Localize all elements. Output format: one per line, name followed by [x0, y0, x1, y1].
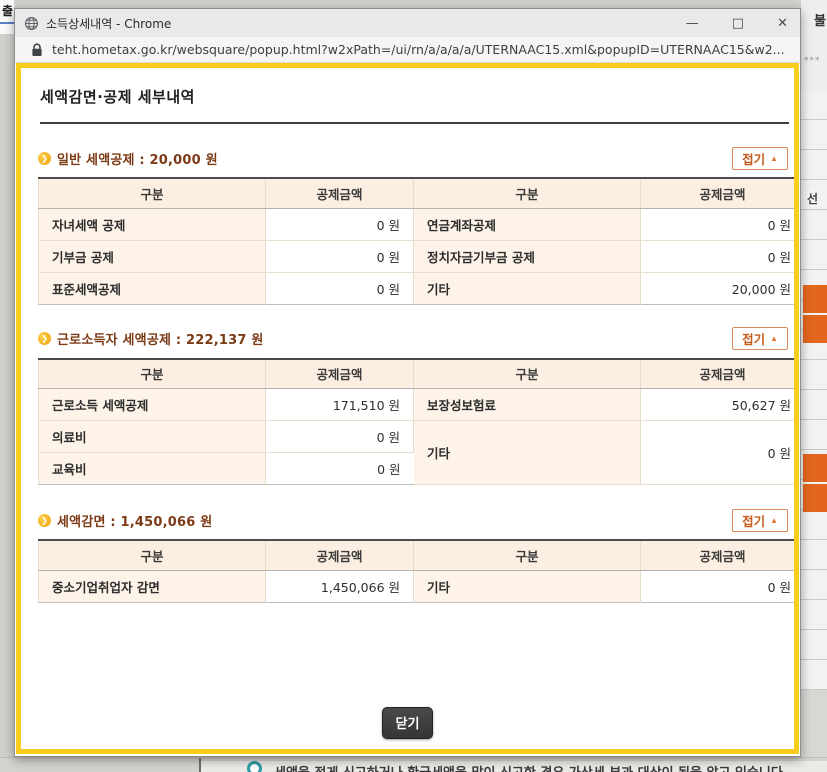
section-heading: 근로소득자 세액공제 : 222,137 원	[57, 329, 264, 348]
general-credit-table: 구분 공제금액 구분 공제금액 자녀세액 공제 0 원 연금계좌공제 0 원 기…	[38, 177, 799, 305]
section-earned-income-credit-header: ❯ 근로소득자 세액공제 : 222,137 원 접기 ▲	[38, 327, 788, 351]
background-text-fragment: 불	[814, 10, 826, 29]
column-header: 구분	[414, 540, 641, 570]
section-heading: 일반 세액공제 : 20,000 원	[57, 149, 218, 168]
section-bullet-icon: ❯	[38, 514, 51, 527]
popup-highlight-frame: 세액감면·공제 세부내역 ❯ 일반 세액공제 : 20,000 원 접기 ▲ 구…	[16, 63, 799, 754]
minimize-button[interactable]: —	[686, 17, 699, 30]
chrome-popup-window: 소득상세내역 - Chrome — □ ✕ teht.hometax.go.kr…	[14, 8, 801, 757]
column-header: 공제금액	[641, 540, 800, 570]
row-value: 0 원	[641, 421, 800, 485]
page-title: 세액감면·공제 세부내역	[40, 86, 789, 107]
row-label: 보장성보험료	[414, 389, 641, 421]
check-circle-icon	[247, 761, 262, 772]
close-button-row: 닫기	[21, 707, 794, 739]
background-clipped-text: 세액을 적게 신고하거나 환급세액을 많이 신고한 경우 가산세 부과 대상이 …	[274, 762, 788, 772]
background-patch	[801, 690, 827, 757]
row-value: 50,627 원	[641, 389, 800, 421]
collapse-label: 접기	[742, 511, 765, 530]
title-divider	[40, 122, 789, 124]
column-header: 공제금액	[266, 359, 414, 389]
row-value: 0 원	[266, 272, 414, 304]
row-label: 정치자금기부금 공제	[414, 240, 641, 272]
row-label: 중소기업취업자 감면	[39, 570, 266, 602]
row-label: 교육비	[39, 453, 266, 485]
close-popup-button[interactable]: 닫기	[382, 707, 434, 739]
row-label: 기타	[414, 421, 641, 485]
chevron-up-icon: ▲	[770, 154, 778, 163]
window-titlebar[interactable]: 소득상세내역 - Chrome — □ ✕	[15, 9, 800, 37]
column-header: 공제금액	[266, 178, 414, 208]
row-value: 171,510 원	[266, 389, 414, 421]
row-label: 의료비	[39, 421, 266, 453]
row-value: 0 원	[641, 570, 800, 602]
collapse-label: 접기	[742, 329, 765, 348]
column-header: 구분	[39, 178, 266, 208]
row-label: 자녀세액 공제	[39, 208, 266, 240]
table-header-row: 구분 공제금액 구분 공제금액	[39, 359, 800, 389]
section-bullet-icon: ❯	[38, 152, 51, 165]
url-text[interactable]: teht.hometax.go.kr/websquare/popup.html?…	[52, 42, 785, 57]
table-row: 의료비 0 원 기타 0 원	[39, 421, 800, 453]
address-bar[interactable]: teht.hometax.go.kr/websquare/popup.html?…	[15, 37, 800, 63]
row-value: 0 원	[266, 240, 414, 272]
row-label: 연금계좌공제	[414, 208, 641, 240]
table-header-row: 구분 공제금액 구분 공제금액	[39, 540, 800, 570]
section-bullet-icon: ❯	[38, 332, 51, 345]
collapse-button[interactable]: 접기 ▲	[732, 147, 788, 170]
row-value: 1,450,066 원	[266, 570, 414, 602]
row-label: 기타	[414, 570, 641, 602]
row-label: 근로소득 세액공제	[39, 389, 266, 421]
window-title: 소득상세내역 - Chrome	[46, 15, 171, 32]
column-header: 공제금액	[641, 178, 800, 208]
row-value: 0 원	[266, 421, 414, 453]
row-label: 기부금 공제	[39, 240, 266, 272]
section-tax-reduction-header: ❯ 세액감면 : 1,450,066 원 접기 ▲	[38, 508, 788, 532]
column-header: 구분	[39, 359, 266, 389]
required-asterisks-fragment: ***	[804, 56, 821, 66]
background-orange-cell	[803, 454, 827, 482]
column-header: 구분	[414, 359, 641, 389]
column-header: 공제금액	[641, 359, 800, 389]
row-label: 표준세액공제	[39, 272, 266, 304]
table-header-row: 구분 공제금액 구분 공제금액	[39, 178, 800, 208]
background-orange-cell	[803, 484, 827, 512]
background-link-fragment: 출	[0, 0, 14, 24]
column-header: 구분	[39, 540, 266, 570]
background-orange-cell	[803, 315, 827, 343]
collapse-button[interactable]: 접기 ▲	[732, 327, 788, 350]
row-value: 0 원	[266, 453, 414, 485]
tax-reduction-table: 구분 공제금액 구분 공제금액 중소기업취업자 감면 1,450,066 원 기…	[38, 539, 799, 603]
chevron-up-icon: ▲	[770, 516, 778, 525]
section-general-credit-header: ❯ 일반 세액공제 : 20,000 원 접기 ▲	[38, 146, 788, 170]
background-page-fragment-bottom: 세액을 적게 신고하거나 환급세액을 많이 신고한 경우 가산세 부과 대상이 …	[0, 757, 827, 772]
background-text-fragment-2: 선	[807, 190, 818, 207]
collapse-label: 접기	[742, 149, 765, 168]
row-value: 0 원	[266, 208, 414, 240]
table-row: 근로소득 세액공제 171,510 원 보장성보험료 50,627 원	[39, 389, 800, 421]
collapse-button[interactable]: 접기 ▲	[732, 509, 788, 532]
chevron-up-icon: ▲	[770, 334, 778, 343]
row-value: 0 원	[641, 240, 800, 272]
background-page-fragment-right: 불 *** 선	[801, 0, 827, 772]
table-row: 자녀세액 공제 0 원 연금계좌공제 0 원	[39, 208, 800, 240]
table-row: 기부금 공제 0 원 정치자금기부금 공제 0 원	[39, 240, 800, 272]
maximize-button[interactable]: □	[732, 17, 744, 30]
table-row: 표준세액공제 0 원 기타 20,000 원	[39, 272, 800, 304]
background-page-fragment-topleft: 출	[0, 0, 14, 34]
column-header: 구분	[414, 178, 641, 208]
close-window-button[interactable]: ✕	[777, 17, 788, 30]
earned-income-credit-table: 구분 공제금액 구분 공제금액 근로소득 세액공제 171,510 원 보장성보…	[38, 358, 799, 486]
table-row: 중소기업취업자 감면 1,450,066 원 기타 0 원	[39, 570, 800, 602]
section-heading: 세액감면 : 1,450,066 원	[57, 511, 212, 530]
row-value: 20,000 원	[641, 272, 800, 304]
background-table-rows	[801, 90, 827, 690]
globe-favicon-icon	[24, 16, 39, 31]
row-value: 0 원	[641, 208, 800, 240]
background-orange-cell	[803, 285, 827, 313]
column-header: 공제금액	[266, 540, 414, 570]
lock-icon[interactable]	[31, 43, 43, 57]
row-label: 기타	[414, 272, 641, 304]
window-controls: — □ ✕	[686, 17, 792, 30]
